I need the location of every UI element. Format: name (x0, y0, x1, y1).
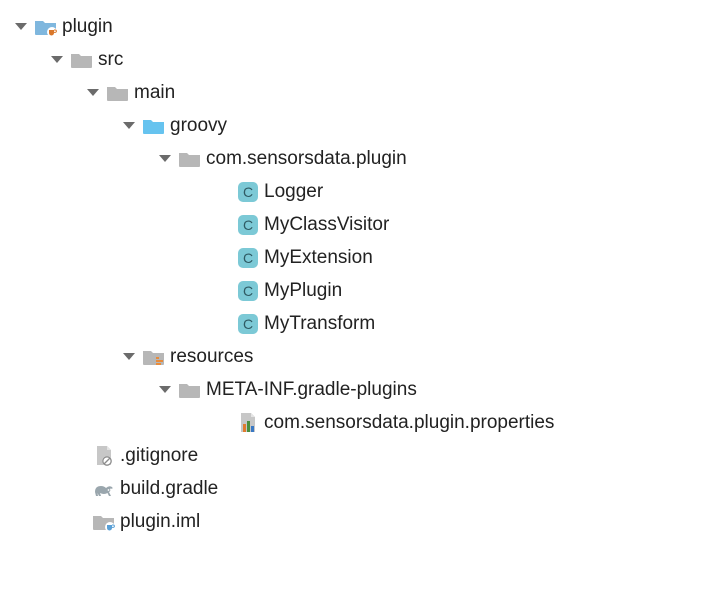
tree-item-label: MyExtension (262, 247, 373, 269)
tree-row[interactable]: resources (10, 340, 708, 373)
folder-gray-icon (104, 83, 132, 103)
tree-row[interactable]: C MyTransform (10, 307, 708, 340)
tree-item-label: groovy (168, 115, 227, 137)
svg-text:C: C (243, 184, 253, 200)
folder-res-icon (140, 347, 168, 367)
expand-arrow-icon[interactable] (46, 56, 68, 63)
tree-item-label: plugin.iml (118, 511, 200, 533)
svg-text:C: C (243, 283, 253, 299)
svg-text:C: C (243, 250, 253, 266)
class-icon: C (234, 181, 262, 203)
expand-arrow-icon[interactable] (118, 122, 140, 129)
properties-icon (234, 412, 262, 434)
tree-item-label: .gitignore (118, 445, 198, 467)
tree-row[interactable]: plugin.iml (10, 505, 708, 538)
expand-arrow-icon[interactable] (154, 155, 176, 162)
folder-blue-icon (140, 116, 168, 136)
tree-row[interactable]: com.sensorsdata.plugin.properties (10, 406, 708, 439)
tree-row[interactable]: .gitignore (10, 439, 708, 472)
folder-gray-icon (176, 149, 204, 169)
tree-row[interactable]: src (10, 43, 708, 76)
folder-gray-icon (68, 50, 96, 70)
tree-item-label: META-INF.gradle-plugins (204, 379, 417, 401)
project-tree: plugin srcmain groovy com.sensorsdata.plugi… (10, 10, 708, 538)
tree-item-label: Logger (262, 181, 323, 203)
tree-item-label: com.sensorsdata.plugin.properties (262, 412, 554, 434)
class-icon: C (234, 313, 262, 335)
class-icon: C (234, 214, 262, 236)
tree-row[interactable]: main (10, 76, 708, 109)
tree-item-label: main (132, 82, 175, 104)
iml-icon (90, 512, 118, 532)
expand-arrow-icon[interactable] (82, 89, 104, 96)
tree-item-label: MyClassVisitor (262, 214, 389, 236)
gradle-icon (90, 479, 118, 499)
svg-text:C: C (243, 316, 253, 332)
class-icon: C (234, 280, 262, 302)
expand-arrow-icon[interactable] (118, 353, 140, 360)
expand-arrow-icon[interactable] (154, 386, 176, 393)
folder-coffee-icon (32, 17, 60, 37)
folder-gray-icon (176, 380, 204, 400)
expand-arrow-icon[interactable] (10, 23, 32, 30)
tree-row[interactable]: C MyPlugin (10, 274, 708, 307)
gitignore-icon (90, 445, 118, 467)
tree-item-label: MyPlugin (262, 280, 342, 302)
tree-item-label: build.gradle (118, 478, 218, 500)
tree-row[interactable]: C Logger (10, 175, 708, 208)
tree-row[interactable]: groovy (10, 109, 708, 142)
tree-item-label: com.sensorsdata.plugin (204, 148, 407, 170)
class-icon: C (234, 247, 262, 269)
tree-row[interactable]: build.gradle (10, 472, 708, 505)
tree-row[interactable]: C MyExtension (10, 241, 708, 274)
tree-row[interactable]: META-INF.gradle-plugins (10, 373, 708, 406)
tree-item-label: resources (168, 346, 253, 368)
tree-row[interactable]: com.sensorsdata.plugin (10, 142, 708, 175)
tree-row[interactable]: plugin (10, 10, 708, 43)
tree-item-label: plugin (60, 16, 113, 38)
tree-item-label: src (96, 49, 123, 71)
tree-item-label: MyTransform (262, 313, 375, 335)
svg-text:C: C (243, 217, 253, 233)
tree-row[interactable]: C MyClassVisitor (10, 208, 708, 241)
